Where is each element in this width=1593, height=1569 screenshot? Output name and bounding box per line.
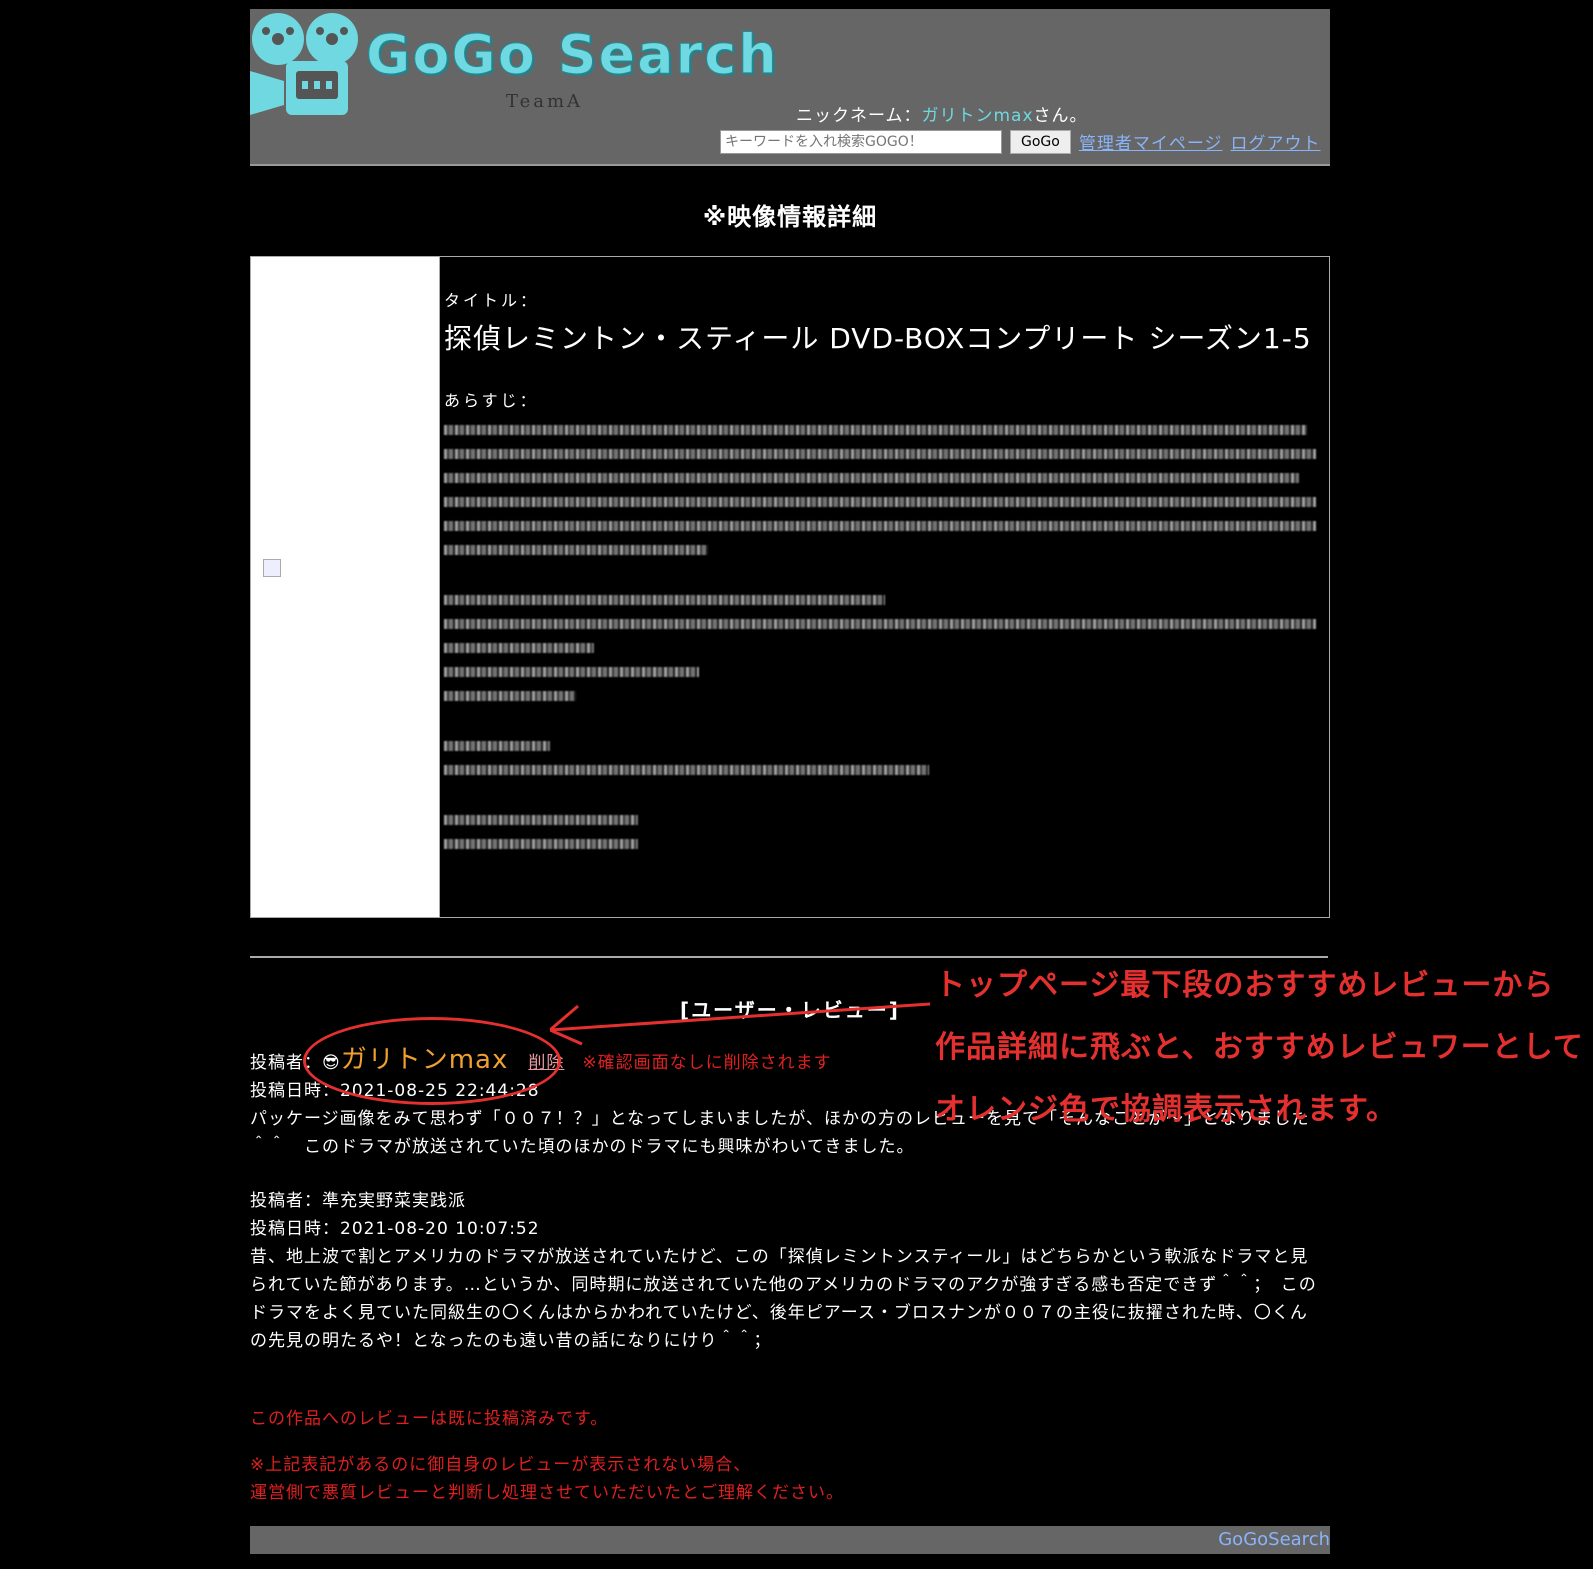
moderation-notice-line1: ※上記表記があるのに御自身のレビューが表示されない場合、 (250, 1455, 752, 1475)
redacted-line (444, 839, 638, 849)
redacted-line (444, 741, 550, 751)
video-title: 探偵レミントン・スティール DVD-BOXコンプリート シーズン1-5 (444, 322, 1312, 355)
date-label: 投稿日時： (250, 1219, 340, 1239)
annotation-arrow-icon (550, 1002, 931, 1046)
redacted-line (444, 425, 1308, 435)
film-camera-icon (250, 13, 358, 115)
redacted-line (444, 449, 1317, 459)
header: GoGo Search TeamA ニックネーム：ガリトンmaxさん。 GoGo… (250, 9, 1330, 166)
review-date: 2021-08-20 10:07:52 (340, 1219, 540, 1239)
highlight-ellipse (303, 1017, 561, 1105)
nickname-line: ニックネーム：ガリトンmaxさん。 (796, 101, 1088, 126)
page-title: ※映像情報詳細 (702, 203, 878, 231)
video-detail: タイトル： 探偵レミントン・スティール DVD-BOXコンプリート シーズン1-… (250, 256, 1330, 918)
title-label: タイトル： (444, 291, 540, 310)
poster-label: 投稿者： (250, 1191, 322, 1211)
page: GoGo Search TeamA ニックネーム：ガリトンmaxさん。 GoGo… (250, 9, 1330, 1554)
search-button[interactable]: GoGo (1010, 129, 1071, 154)
synopsis-redacted (444, 425, 1325, 849)
moderation-notice-line2: 運営側で悪質レビューと判断し処理させていただいたとご理解ください。 (250, 1483, 844, 1503)
redacted-line (444, 691, 577, 701)
redacted-line (444, 765, 929, 775)
redacted-line (444, 521, 1317, 531)
poster-name: 準充実野菜実践派 (322, 1191, 466, 1211)
redacted-line (444, 595, 885, 605)
site-logo[interactable]: GoGo Search (366, 23, 779, 87)
admin-mypage-link[interactable]: 管理者マイページ (1079, 129, 1223, 154)
synopsis-label: あらすじ： (444, 391, 539, 410)
already-reviewed-notice: この作品へのレビューは既に投稿済みです。 (250, 1409, 609, 1429)
team-label: TeamA (506, 91, 584, 112)
redacted-line (444, 643, 594, 653)
poster-image (251, 257, 439, 917)
nickname-label: ニックネーム： (796, 106, 922, 126)
logout-link[interactable]: ログアウト (1231, 129, 1321, 154)
search-bar: GoGo 管理者マイページ ログアウト (720, 129, 1321, 154)
annotation-note: トップページ最下段のおすすめレビューから作品詳細に飛ぶと、おすすめレビュワーとし… (935, 968, 1584, 1127)
delete-warning: ※確認画面なしに削除されます (582, 1053, 832, 1073)
nickname-suffix: さん。 (1033, 106, 1088, 126)
search-input[interactable] (720, 129, 1002, 154)
review-text: 昔、地上波で割とアメリカのドラマが放送されていたけど、この「探偵レミントンスティ… (250, 1247, 1317, 1351)
broken-image-icon (263, 559, 281, 577)
redacted-line (444, 619, 1317, 629)
redacted-line (444, 545, 709, 555)
redacted-line (444, 497, 1317, 507)
footer-link[interactable]: GoGoSearch (1218, 1529, 1330, 1550)
review-item: 投稿者：準充実野菜実践派 投稿日時：2021-08-20 10:07:52 昔、… (250, 1187, 1322, 1355)
detail-info: タイトル： 探偵レミントン・スティール DVD-BOXコンプリート シーズン1-… (439, 257, 1329, 917)
footer: GoGoSearch (250, 1526, 1330, 1554)
nickname-value: ガリトンmax (921, 106, 1034, 126)
redacted-line (444, 473, 1299, 483)
redacted-line (444, 667, 700, 677)
redacted-line (444, 815, 638, 825)
